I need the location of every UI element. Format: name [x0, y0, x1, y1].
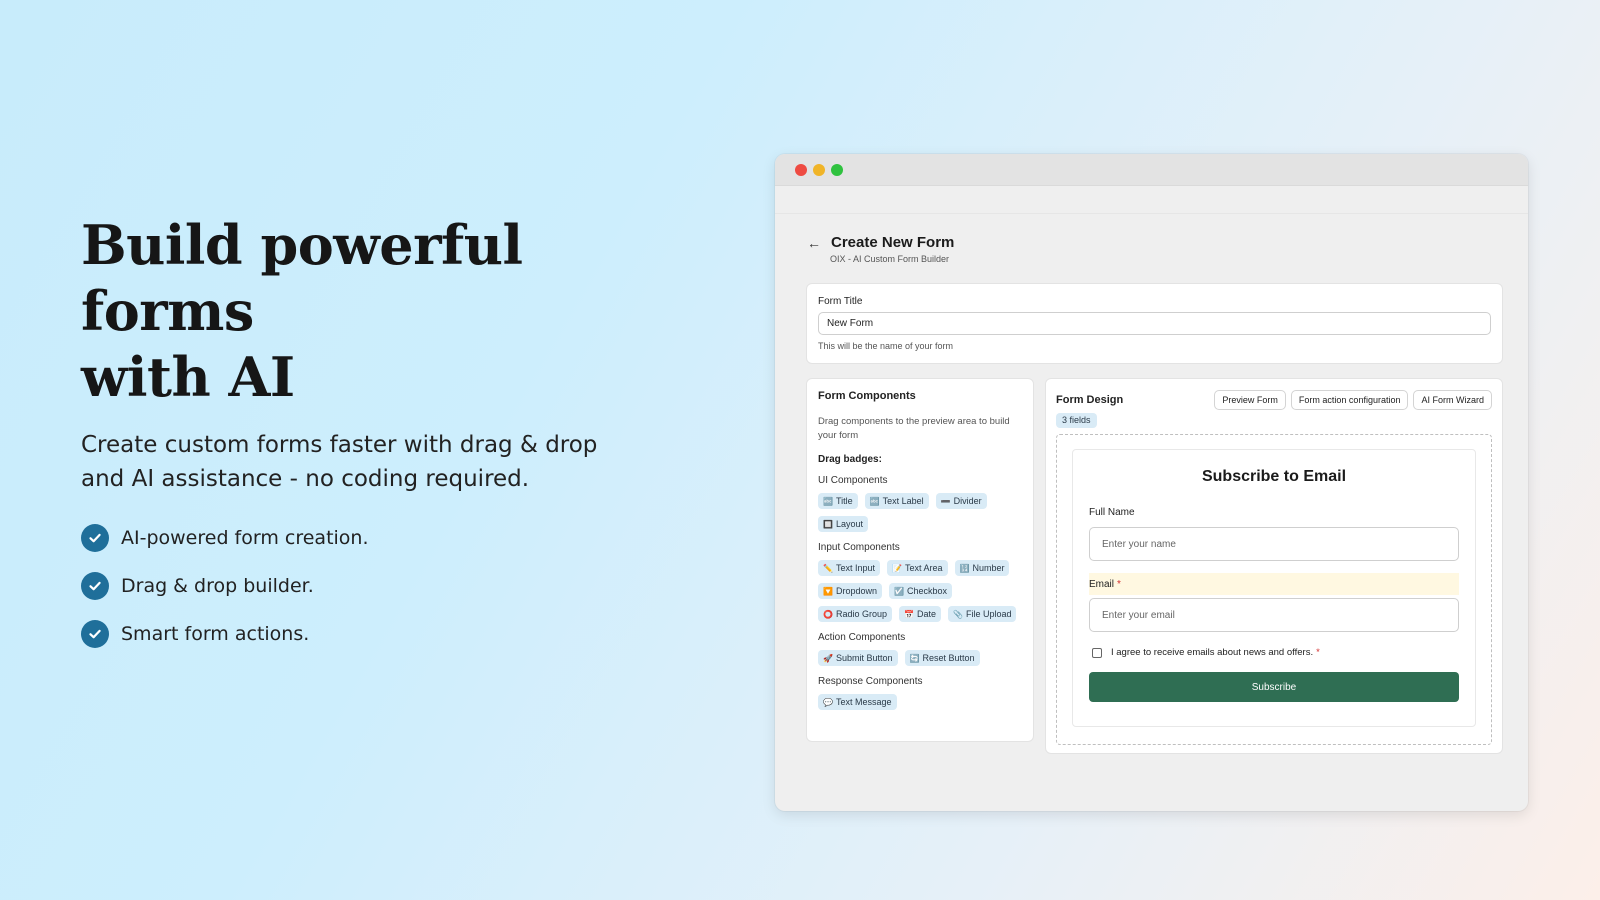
badge-divider[interactable]: ➖ Divider	[935, 493, 987, 509]
feature-text: AI-powered form creation.	[121, 527, 369, 549]
badge-group-input: ✏️ Text Input 📝 Text Area 🔢 Number 🔽 Dropdow…	[818, 560, 1022, 622]
speech-bubble-icon: 💬	[823, 697, 833, 707]
text-icon: 🔤	[823, 496, 833, 506]
badge-text-area[interactable]: 📝 Text Area	[887, 560, 948, 576]
group-label-action: Action Components	[818, 632, 906, 643]
app-window: ← Create New Form OIX - AI Custom Form B…	[775, 154, 1528, 811]
components-description: Drag components to the preview area to b…	[818, 416, 1010, 441]
email-label-row: Email *	[1089, 573, 1459, 595]
form-design-panel: Form Design Preview Form Form action con…	[1045, 378, 1503, 754]
components-heading: Form Components	[818, 390, 916, 402]
group-label-ui: UI Components	[818, 475, 888, 486]
agree-text: I agree to receive emails about news and…	[1111, 647, 1314, 658]
preview-title: Subscribe to Email	[1201, 468, 1347, 485]
pencil-icon: ✏️	[823, 563, 833, 573]
agree-required-mark: *	[1316, 647, 1320, 658]
badge-submit-button[interactable]: 🚀 Submit Button	[818, 650, 898, 666]
window-toolbar-strip	[775, 186, 1528, 214]
checkbox-icon: ☑️	[894, 586, 904, 596]
page-title: Create New Form	[831, 234, 955, 251]
feature-list: AI-powered form creation. Drag & drop bu…	[81, 524, 701, 648]
badge-text-message[interactable]: 💬 Text Message	[818, 694, 897, 710]
radio-icon: ⭕	[823, 609, 833, 619]
badge-text-label[interactable]: 🔤 Text Label	[864, 493, 929, 509]
agree-row: I agree to receive emails about news and…	[1089, 647, 1459, 658]
reset-icon: 🔄	[909, 653, 920, 663]
fields-count-badge: 3 fields	[1056, 412, 1097, 428]
dropdown-icon: 🔽	[823, 586, 833, 596]
feature-item: Drag & drop builder.	[81, 572, 701, 600]
form-title-label: Form Title	[818, 296, 863, 307]
check-circle-icon	[81, 524, 109, 552]
form-title-hint: This will be the name of your form	[818, 341, 954, 351]
agree-checkbox[interactable]	[1092, 647, 1102, 658]
drag-badges-label: Drag badges:	[818, 454, 882, 465]
email-input[interactable]: Enter your email	[1089, 598, 1459, 632]
hero-subtitle: Create custom forms faster with drag & d…	[81, 432, 598, 492]
badge-layout[interactable]: 🔲 Layout	[818, 516, 868, 532]
badge-text-input[interactable]: ✏️ Text Input	[818, 560, 880, 576]
window-maximize-button[interactable]	[831, 163, 843, 176]
badge-reset-button[interactable]: 🔄 Reset Button	[904, 650, 980, 666]
layout-icon: 🔲	[823, 519, 833, 529]
form-drop-zone[interactable]: Subscribe to Email Full Name Enter your …	[1056, 434, 1492, 745]
check-circle-icon	[81, 620, 109, 648]
full-name-input[interactable]: Enter your name	[1089, 527, 1459, 561]
hero-title-line1: Build powerful forms	[81, 213, 523, 343]
form-components-panel: Form Components Drag components to the p…	[806, 378, 1034, 742]
page-subtitle: OIX - AI Custom Form Builder	[830, 254, 950, 264]
form-title-card: Form Title New Form This will be the nam…	[806, 283, 1503, 364]
design-buttons: Preview Form Form action configuration A…	[1214, 390, 1492, 410]
form-action-config-button[interactable]: Form action configuration	[1290, 390, 1409, 410]
form-title-input[interactable]: New Form	[818, 312, 1491, 335]
number-icon: 🔢	[959, 563, 970, 573]
badge-dropdown[interactable]: 🔽 Dropdown	[818, 583, 882, 599]
feature-item: Smart form actions.	[81, 620, 701, 648]
email-label: Email	[1089, 578, 1115, 590]
text-icon: 🔤	[869, 496, 880, 506]
paperclip-icon: 📎	[952, 609, 963, 619]
rocket-icon: 🚀	[823, 653, 833, 663]
badge-checkbox[interactable]: ☑️ Checkbox	[889, 583, 952, 599]
group-label-response: Response Components	[818, 676, 923, 687]
feature-text: Smart form actions.	[121, 623, 310, 645]
badge-file-upload[interactable]: 📎 File Upload	[947, 606, 1017, 622]
window-titlebar	[775, 154, 1528, 186]
badge-group-response: 💬 Text Message	[818, 694, 1022, 710]
badge-group-action: 🚀 Submit Button 🔄 Reset Button	[818, 650, 1022, 666]
hero-title: Build powerful forms with AI	[81, 212, 701, 410]
calendar-icon: 📅	[904, 609, 914, 619]
divider-icon: ➖	[940, 496, 951, 506]
back-arrow-icon[interactable]: ←	[807, 235, 821, 251]
hero-title-line2: with AI	[81, 345, 295, 409]
window-close-button[interactable]	[795, 163, 807, 176]
subscribe-button[interactable]: Subscribe	[1089, 672, 1459, 702]
ai-form-wizard-button[interactable]: AI Form Wizard	[1413, 390, 1492, 410]
page-header: ← Create New Form OIX - AI Custom Form B…	[807, 234, 954, 264]
hero-section: Build powerful forms with AI Create cust…	[81, 212, 701, 668]
badge-date[interactable]: 📅 Date	[899, 606, 941, 622]
check-circle-icon	[81, 572, 109, 600]
badge-number[interactable]: 🔢 Number	[954, 560, 1010, 576]
badge-radio-group[interactable]: ⭕ Radio Group	[818, 606, 892, 622]
design-heading: Form Design	[1056, 394, 1124, 406]
feature-item: AI-powered form creation.	[81, 524, 701, 552]
feature-text: Drag & drop builder.	[121, 575, 314, 597]
badge-title[interactable]: 🔤 Title	[818, 493, 858, 509]
preview-form-button[interactable]: Preview Form	[1214, 390, 1286, 410]
memo-icon: 📝	[892, 563, 902, 573]
email-required-mark: *	[1117, 578, 1121, 590]
full-name-label: Full Name	[1089, 507, 1135, 518]
window-minimize-button[interactable]	[813, 163, 825, 176]
form-preview: Subscribe to Email Full Name Enter your …	[1072, 449, 1476, 727]
group-label-input: Input Components	[818, 542, 900, 553]
badge-group-ui: 🔤 Title 🔤 Text Label ➖ Divider 🔲 Layout	[818, 493, 1022, 532]
design-toolbar: Form Design Preview Form Form action con…	[1056, 390, 1492, 410]
